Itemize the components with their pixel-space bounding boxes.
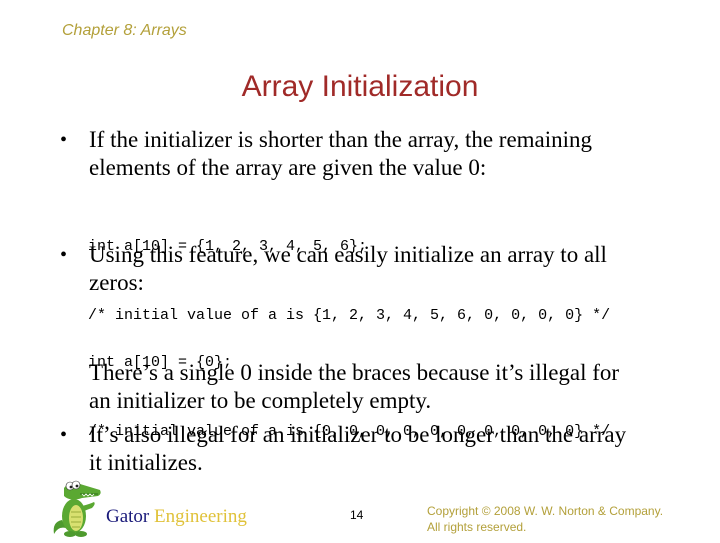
bullet-marker: • [60,424,68,446]
note-paragraph: There’s a single 0 inside the braces bec… [60,359,670,415]
brand-engineering-text: Engineering [154,506,247,527]
bullet-item: • Using this feature, we can easily init… [60,241,670,297]
footer-brand: Gator Engineering [106,506,247,528]
copyright-line: All rights reserved. [427,520,527,534]
bullet-line: If the initializer is shorter than the a… [89,127,593,152]
bullet-line: elements of the array are given the valu… [89,155,487,180]
copyright-notice: Copyright © 2008 W. W. Norton & Company.… [427,503,663,535]
page-number: 14 [350,508,364,522]
bullet-item: • If the initializer is shorter than the… [60,126,670,182]
slide-title: Array Initialization [0,70,720,104]
chapter-label: Chapter 8: Arrays [62,22,187,39]
brand-gator-text: Gator [106,506,150,527]
bullet-line: It’s also illegal for an initializer to … [89,422,627,447]
slide-title-text: Array Initialization [241,70,479,103]
copyright-line: Copyright © 2008 W. W. Norton & Company. [427,504,664,518]
bullet-item: • It’s also illegal for an initializer t… [60,421,670,477]
bullet-line: Using this feature, we can easily initia… [89,242,607,267]
bullet-line: it initializes. [89,450,203,475]
note-line: There’s a single 0 inside the braces bec… [89,360,620,385]
bullet-marker: • [60,244,68,266]
bullet-marker: • [60,129,68,151]
gator-mascot-icon [48,476,104,538]
bullet-line: zeros: [89,270,144,295]
note-line: an initializer to be completely empty. [89,388,432,413]
